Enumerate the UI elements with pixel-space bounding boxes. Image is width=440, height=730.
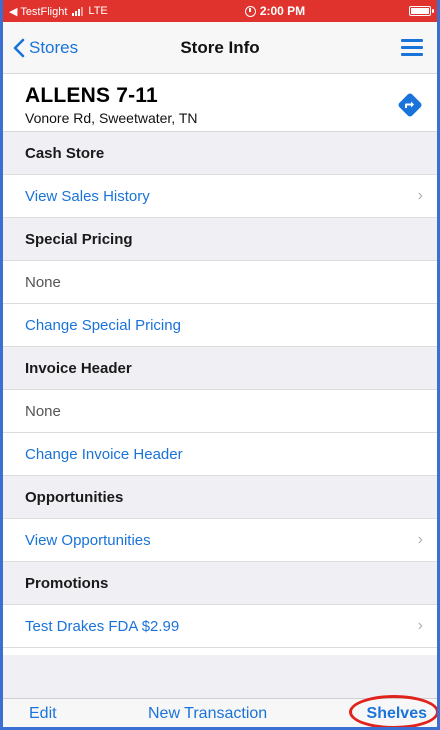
section-header-label: Cash Store xyxy=(25,144,105,162)
status-bar: ◀ TestFlight LTE 2:00 PM xyxy=(3,0,437,22)
view-sales-history-row[interactable]: View Sales History › xyxy=(3,175,437,218)
section-header-label: Invoice Header xyxy=(25,359,132,377)
row-value: None xyxy=(25,402,61,420)
edit-button[interactable]: Edit xyxy=(29,705,57,723)
store-address: Vonore Rd, Sweetwater, TN xyxy=(25,110,198,126)
network-label: LTE xyxy=(88,5,108,17)
new-transaction-button[interactable]: New Transaction xyxy=(148,705,267,723)
signal-icon xyxy=(72,6,84,16)
store-header: ALLENS 7-11 Vonore Rd, Sweetwater, TN xyxy=(3,74,437,132)
status-time-group: 2:00 PM xyxy=(159,4,391,18)
row-label: Test Drakes FDA $2.99 xyxy=(25,617,180,635)
clock-icon xyxy=(244,5,256,17)
row-label: View Sales History xyxy=(25,187,150,205)
app-window: ◀ TestFlight LTE 2:00 PM Stores Store In… xyxy=(0,0,440,730)
status-time: 2:00 PM xyxy=(259,4,306,18)
section-header-label: Opportunities xyxy=(25,488,124,506)
navigation-bar: Stores Store Info xyxy=(3,22,437,74)
chevron-right-icon: › xyxy=(417,531,423,548)
invoice-header-value-row: None xyxy=(3,390,437,433)
section-header-cash-store: Cash Store xyxy=(3,132,437,175)
hamburger-menu-icon xyxy=(401,39,423,56)
promotion-row[interactable]: Test Drakes FDA $2.99 › xyxy=(3,605,437,648)
status-right xyxy=(391,6,434,16)
section-header-invoice-header: Invoice Header xyxy=(3,347,437,390)
row-label: Change Special Pricing xyxy=(25,316,181,334)
row-value: None xyxy=(25,273,61,291)
bottom-toolbar: Edit New Transaction Shelves xyxy=(3,695,437,727)
list-footer-spacer xyxy=(3,655,437,698)
battery-icon xyxy=(409,6,434,16)
store-name: ALLENS 7-11 xyxy=(25,84,158,107)
row-label: Change Invoice Header xyxy=(25,445,183,463)
section-header-label: Special Pricing xyxy=(25,230,133,248)
section-header-special-pricing: Special Pricing xyxy=(3,218,437,261)
special-pricing-value-row: None xyxy=(3,261,437,304)
back-button[interactable]: Stores xyxy=(3,38,133,58)
back-button-label: Stores xyxy=(29,37,79,57)
view-opportunities-row[interactable]: View Opportunities › xyxy=(3,519,437,562)
section-header-promotions: Promotions xyxy=(3,562,437,605)
section-header-opportunities: Opportunities xyxy=(3,476,437,519)
highlight-circle-annotation xyxy=(349,695,437,727)
chevron-right-icon: › xyxy=(417,187,423,204)
chevron-right-icon: › xyxy=(417,617,423,634)
change-invoice-header-row[interactable]: Change Invoice Header xyxy=(3,433,437,476)
change-special-pricing-row[interactable]: Change Special Pricing xyxy=(3,304,437,347)
store-info-list: Cash Store View Sales History › Special … xyxy=(3,132,437,648)
section-header-label: Promotions xyxy=(25,574,109,592)
row-label: View Opportunities xyxy=(25,531,151,549)
menu-button[interactable] xyxy=(307,39,437,56)
chevron-left-icon xyxy=(13,38,25,57)
page-title: Store Info xyxy=(180,37,260,57)
status-left: ◀ TestFlight LTE xyxy=(9,5,159,18)
directions-icon[interactable] xyxy=(397,92,423,118)
carrier-label: ◀ TestFlight xyxy=(9,5,68,18)
